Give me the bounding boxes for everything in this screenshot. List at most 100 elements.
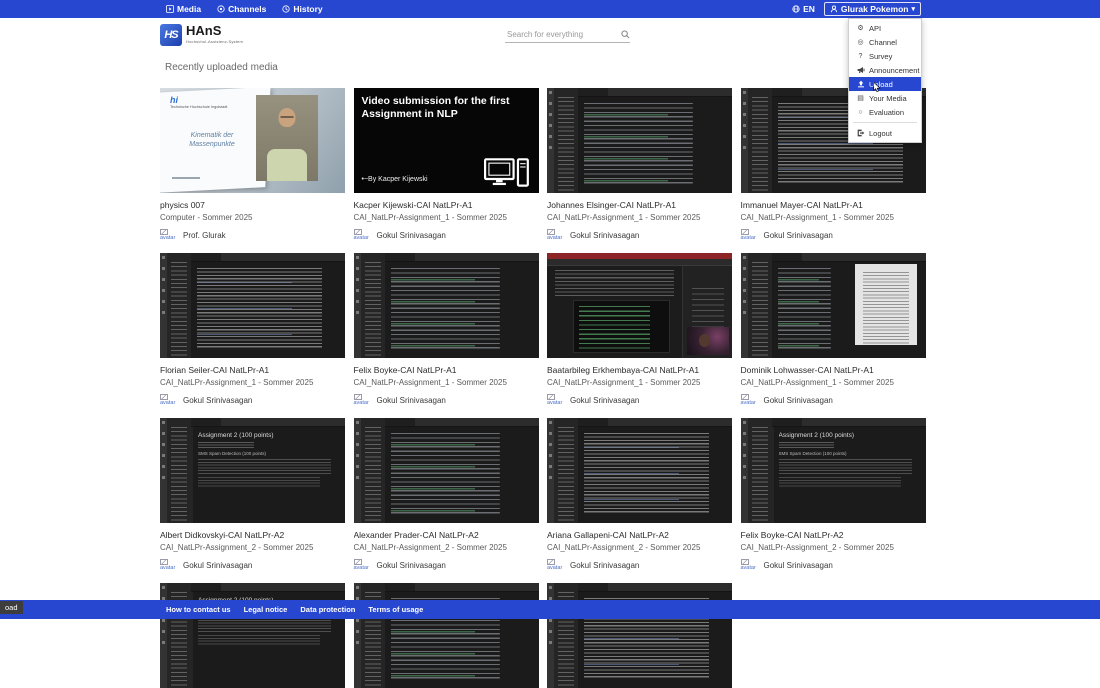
menu-item-your-media[interactable]: ▤ Your Media	[849, 91, 921, 105]
video-thumbnail[interactable]	[547, 418, 732, 523]
media-card-meta: Albert Didkovskyi-CAI NatLPr-A2 CAI_NatL…	[160, 530, 345, 573]
menu-item-label: Survey	[869, 52, 892, 61]
media-card[interactable]	[547, 583, 732, 688]
gear-icon: ⚙	[856, 24, 865, 32]
media-card-meta: Baatarbileg Erkhembaya-CAI NatLPr-A1 CAI…	[547, 365, 732, 408]
media-title[interactable]: Baatarbileg Erkhembaya-CAI NatLPr-A1	[547, 365, 732, 375]
search-icon[interactable]	[621, 30, 630, 39]
media-card[interactable]: Johannes Elsinger-CAI NatLPr-A1 CAI_NatL…	[547, 88, 732, 253]
search-bar[interactable]	[505, 29, 630, 43]
user-menu-button[interactable]: Glurak Pokemon ▾	[824, 2, 921, 16]
media-title[interactable]: Alexander Prader-CAI NatLPr-A2	[354, 530, 539, 540]
menu-item-channel[interactable]: ◎ Channel	[849, 35, 921, 49]
video-thumbnail[interactable]	[160, 253, 345, 358]
video-thumbnail[interactable]	[354, 583, 539, 688]
menu-item-upload[interactable]: Upload	[849, 77, 921, 91]
media-title[interactable]: physics 007	[160, 200, 345, 210]
video-thumbnail[interactable]: Assignment 2 (100 points) SMS Spam Detect…	[160, 418, 345, 523]
video-thumbnail[interactable]	[354, 418, 539, 523]
user-name: Glurak Pokemon	[841, 4, 909, 14]
footer-link-contact[interactable]: How to contact us	[166, 605, 231, 614]
footer-link-legal[interactable]: Legal notice	[244, 605, 288, 614]
media-card[interactable]: Dominik Lohwasser-CAI NatLPr-A1 CAI_NatL…	[741, 253, 926, 418]
menu-item-announcement[interactable]: Announcement	[849, 63, 921, 77]
video-thumbnail[interactable]	[547, 583, 732, 688]
media-title[interactable]: Albert Didkovskyi-CAI NatLPr-A2	[160, 530, 345, 540]
nav-item-channels[interactable]: Channels	[217, 4, 266, 14]
media-subtitle: Computer - Sommer 2025	[160, 213, 345, 222]
video-thumbnail[interactable]	[741, 253, 926, 358]
markdown-preview: Assignment 2 (100 points) SMS Spam Detect…	[198, 432, 337, 519]
media-card[interactable]: hiTechnische Hochschule IngolstadtKinema…	[160, 88, 345, 253]
media-card[interactable]: Assignment 2 (100 points)	[160, 583, 345, 688]
video-thumbnail[interactable]	[547, 88, 732, 193]
slide-title: Kinematik der Massenpunkte	[174, 132, 250, 150]
nav-item-history[interactable]: History	[282, 4, 322, 14]
media-card[interactable]: Assignment 2 (100 points)SMS Spam Detect…	[741, 418, 926, 583]
notebook-text	[555, 270, 674, 296]
upload-icon	[856, 80, 865, 88]
media-title[interactable]: Dominik Lohwasser-CAI NatLPr-A1	[741, 365, 926, 375]
assignment-subheading: SMS Spam Detection (100 points)	[198, 451, 337, 456]
video-thumbnail[interactable]	[354, 253, 539, 358]
media-card[interactable]: Baatarbileg Erkhembaya-CAI NatLPr-A1 CAI…	[547, 253, 732, 418]
editor-tabs	[772, 418, 926, 427]
media-title[interactable]: Felix Boyke-CAI NatLPr-A1	[354, 365, 539, 375]
channels-icon	[217, 5, 225, 13]
menu-item-logout[interactable]: Logout	[849, 126, 921, 140]
hans-logo-mark: HS	[160, 24, 182, 46]
video-thumbnail[interactable]: Assignment 2 (100 points)SMS Spam Detect…	[741, 418, 926, 523]
editor-activitybar	[741, 418, 748, 523]
editor-tabs	[191, 253, 345, 262]
media-card[interactable]: Alexander Prader-CAI NatLPr-A2 CAI_NatLP…	[354, 418, 539, 583]
video-thumbnail[interactable]: hiTechnische Hochschule IngolstadtKinema…	[160, 88, 345, 193]
assignment-meta-lines	[198, 442, 254, 449]
avatar-alt-text: avatar	[547, 235, 562, 241]
assignment-heading: Assignment 2 (100 points)	[198, 432, 337, 439]
menu-item-label: Evaluation	[869, 108, 904, 117]
avatar: avatar	[547, 229, 565, 241]
media-card[interactable]	[354, 583, 539, 688]
footer-link-terms[interactable]: Terms of usage	[368, 605, 423, 614]
media-title[interactable]: Immanuel Mayer-CAI NatLPr-A1	[741, 200, 926, 210]
footer-link-data-protection[interactable]: Data protection	[300, 605, 355, 614]
editor-tabs	[578, 418, 732, 427]
uploader-row: avatar Gokul Srinivasagan	[741, 227, 926, 243]
media-title[interactable]: Johannes Elsinger-CAI NatLPr-A1	[547, 200, 732, 210]
video-thumbnail[interactable]	[547, 253, 732, 358]
media-card[interactable]: Ariana Gallapeni-CAI NatLPr-A2 CAI_NatLP…	[547, 418, 732, 583]
media-title[interactable]: Ariana Gallapeni-CAI NatLPr-A2	[547, 530, 732, 540]
editor-activitybar	[160, 583, 167, 688]
uploader-row: avatar Gokul Srinivasagan	[547, 557, 732, 573]
media-card[interactable]: Assignment 2 (100 points) SMS Spam Detect…	[160, 418, 345, 583]
media-title[interactable]: Florian Seiler-CAI NatLPr-A1	[160, 365, 345, 375]
target-icon: ◎	[856, 38, 865, 46]
search-input[interactable]	[505, 29, 621, 40]
media-card[interactable]: Felix Boyke-CAI NatLPr-A1 CAI_NatLPr-Ass…	[354, 253, 539, 418]
menu-item-survey[interactable]: ? Survey	[849, 49, 921, 63]
video-thumbnail[interactable]: Video submission for the first Assignmen…	[354, 88, 539, 193]
nav-item-media[interactable]: Media	[166, 4, 201, 14]
paragraph-lines	[198, 635, 320, 646]
uploader-row: avatar Gokul Srinivasagan	[354, 227, 539, 243]
language-selector[interactable]: EN	[792, 4, 815, 14]
editor-tabs	[385, 583, 539, 592]
logout-icon	[856, 129, 865, 137]
avatar-alt-text: avatar	[547, 400, 562, 406]
uploader-row: avatar Gokul Srinivasagan	[547, 392, 732, 408]
media-grid: hiTechnische Hochschule IngolstadtKinema…	[160, 88, 935, 688]
editor-sidebar	[361, 418, 385, 523]
media-title[interactable]: Kacper Kijewski-CAI NatLPr-A1	[354, 200, 539, 210]
media-card[interactable]: Florian Seiler-CAI NatLPr-A1 CAI_NatLPr-…	[160, 253, 345, 418]
menu-item-evaluation[interactable]: ○ Evaluation	[849, 105, 921, 119]
app-logo[interactable]: HS HAnS Hochschul-Assistenz-System	[160, 24, 243, 46]
video-thumbnail[interactable]: Assignment 2 (100 points)	[160, 583, 345, 688]
media-card-meta: Johannes Elsinger-CAI NatLPr-A1 CAI_NatL…	[547, 200, 732, 243]
avatar: avatar	[354, 559, 372, 571]
media-title[interactable]: Felix Boyke-CAI NatLPr-A2	[741, 530, 926, 540]
menu-item-api[interactable]: ⚙ API	[849, 21, 921, 35]
avatar-alt-text: avatar	[741, 400, 756, 406]
media-card[interactable]: Video submission for the first Assignmen…	[354, 88, 539, 253]
person-icon	[830, 5, 838, 13]
thi-org-text: Technische Hochschule Ingolstadt	[170, 105, 232, 110]
